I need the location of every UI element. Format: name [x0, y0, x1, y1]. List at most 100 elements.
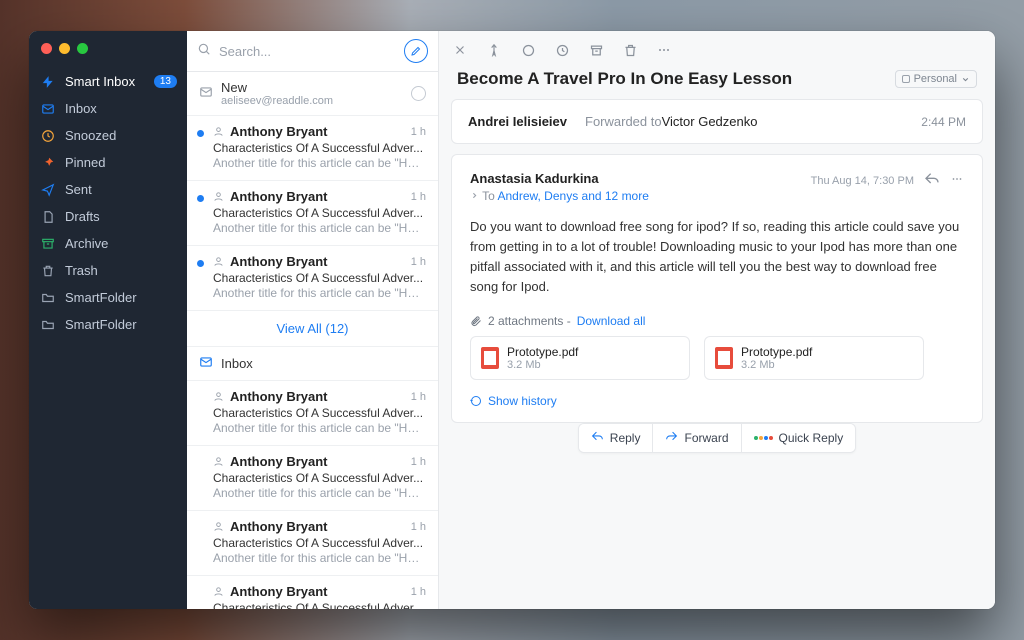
forward-button[interactable]: Forward	[653, 424, 741, 452]
sidebar-item-drafts[interactable]: Drafts	[29, 203, 187, 230]
sidebar-item-label: Archive	[65, 236, 108, 251]
sidebar-item-smartfolder-2[interactable]: SmartFolder	[29, 311, 187, 338]
message-item[interactable]: Anthony Bryant1 hCharacteristics Of A Su…	[187, 246, 438, 311]
message-recipients[interactable]: To Andrew, Denys and 12 more	[470, 189, 649, 203]
person-icon	[213, 586, 224, 597]
message-subject: Characteristics Of A Successful Adver...	[213, 141, 426, 155]
message-body: Do you want to download free song for ip…	[470, 217, 964, 298]
message-title-row: Become A Travel Pro In One Easy Lesson P…	[439, 69, 995, 99]
sidebar-item-smartfolder-1[interactable]: SmartFolder	[29, 284, 187, 311]
message-item[interactable]: Anthony Bryant1 hCharacteristics Of A Su…	[187, 381, 438, 446]
person-icon	[213, 456, 224, 467]
mark-done-icon[interactable]	[411, 86, 426, 101]
sidebar: Smart Inbox 13 Inbox Snoozed Pinned Sent…	[29, 31, 187, 609]
show-history-button[interactable]: Show history	[470, 394, 964, 408]
sidebar-item-label: SmartFolder	[65, 317, 137, 332]
message-item[interactable]: Anthony Bryant1 hCharacteristics Of A Su…	[187, 576, 438, 609]
close-icon[interactable]	[451, 41, 469, 59]
search-bar	[187, 31, 438, 72]
sidebar-item-sent[interactable]: Sent	[29, 176, 187, 203]
sidebar-item-label: Sent	[65, 182, 92, 197]
person-icon	[213, 256, 224, 267]
recipients-link[interactable]: Andrew, Denys and 12 more	[497, 189, 648, 203]
smart-folder-icon	[41, 291, 55, 305]
view-all-button[interactable]: View All (12)	[187, 311, 438, 347]
more-icon[interactable]	[950, 172, 964, 189]
message-from: Anthony Bryant	[230, 584, 328, 599]
bolt-icon	[41, 75, 55, 89]
folder-icon	[41, 318, 55, 332]
message-from: Anthony Bryant	[230, 454, 328, 469]
sidebar-item-trash[interactable]: Trash	[29, 257, 187, 284]
app-window: Smart Inbox 13 Inbox Snoozed Pinned Sent…	[29, 31, 995, 609]
inbox-icon	[41, 102, 55, 116]
clock-icon	[41, 129, 55, 143]
archive-icon[interactable]	[587, 41, 605, 59]
sidebar-item-smart-inbox[interactable]: Smart Inbox 13	[29, 68, 187, 95]
message-preview: Another title for this article can be "H…	[213, 156, 426, 170]
search-input[interactable]	[219, 44, 396, 59]
maximize-window-button[interactable]	[77, 43, 88, 54]
sidebar-item-snoozed[interactable]: Snoozed	[29, 122, 187, 149]
attachments-summary: 2 attachments - Download all	[470, 314, 964, 328]
message-time: 1 h	[411, 256, 426, 268]
mark-read-icon[interactable]	[519, 41, 537, 59]
message-item[interactable]: Anthony Bryant1 hCharacteristics Of A Su…	[187, 446, 438, 511]
message-preview: Another title for this article can be "H…	[213, 286, 426, 300]
category-tag[interactable]: Personal	[895, 70, 977, 88]
message-preview: Another title for this article can be "H…	[213, 421, 426, 435]
more-icon[interactable]	[655, 41, 673, 59]
message-from: Anthony Bryant	[230, 124, 328, 139]
message-date: Thu Aug 14, 7:30 PM	[811, 175, 914, 187]
pdf-icon	[715, 347, 733, 369]
message-subject: Characteristics Of A Successful Adver...	[213, 406, 426, 420]
reply-icon[interactable]	[924, 171, 940, 190]
download-all-link[interactable]: Download all	[577, 314, 646, 328]
message-subject: Characteristics Of A Successful Adver...	[213, 206, 426, 220]
sidebar-item-archive[interactable]: Archive	[29, 230, 187, 257]
compose-button[interactable]	[404, 39, 428, 63]
section-subtitle: aeliseev@readdle.com	[221, 95, 333, 107]
message-subject: Characteristics Of A Successful Adver...	[213, 471, 426, 485]
sidebar-item-inbox[interactable]: Inbox	[29, 95, 187, 122]
section-header-inbox[interactable]: Inbox	[187, 347, 438, 381]
sidebar-item-label: Trash	[65, 263, 98, 278]
message-time: 1 h	[411, 126, 426, 138]
unread-badge: 13	[154, 75, 177, 88]
sidebar-item-label: SmartFolder	[65, 290, 137, 305]
minimize-window-button[interactable]	[59, 43, 70, 54]
message-preview: Another title for this article can be "H…	[213, 486, 426, 500]
forward-recipient: Victor Gedzenko	[662, 114, 758, 129]
sidebar-item-label: Snoozed	[65, 128, 116, 143]
message-subject: Characteristics Of A Successful Adver...	[213, 271, 426, 285]
forwarded-summary[interactable]: Andrei Ielisieiev Forwarded to Victor Ge…	[451, 99, 983, 144]
attachment-name: Prototype.pdf	[507, 345, 578, 359]
close-window-button[interactable]	[41, 43, 52, 54]
history-icon	[470, 395, 482, 407]
quick-reply-button[interactable]: Quick Reply	[742, 424, 856, 452]
attachment-size: 3.2 Mb	[741, 359, 812, 371]
sidebar-item-label: Inbox	[65, 101, 97, 116]
chevron-down-icon	[961, 75, 970, 84]
section-header-new[interactable]: New aeliseev@readdle.com	[187, 72, 438, 116]
attachment-item[interactable]: Prototype.pdf3.2 Mb	[470, 336, 690, 380]
search-icon	[197, 42, 211, 61]
attachment-name: Prototype.pdf	[741, 345, 812, 359]
message-from: Anthony Bryant	[230, 189, 328, 204]
attachment-item[interactable]: Prototype.pdf3.2 Mb	[704, 336, 924, 380]
message-item[interactable]: Anthony Bryant1 hCharacteristics Of A Su…	[187, 181, 438, 246]
sidebar-item-label: Smart Inbox	[65, 74, 135, 89]
reply-button[interactable]: Reply	[579, 424, 654, 452]
pdf-icon	[481, 347, 499, 369]
pin-icon[interactable]	[485, 41, 503, 59]
delete-icon[interactable]	[621, 41, 639, 59]
archive-icon	[41, 237, 55, 251]
message-item[interactable]: Anthony Bryant 1 h Characteristics Of A Su…	[187, 116, 438, 181]
snooze-icon[interactable]	[553, 41, 571, 59]
inbox-icon	[199, 355, 213, 372]
message-subject: Characteristics Of A Successful Adver...	[213, 536, 426, 550]
person-icon	[213, 191, 224, 202]
sidebar-item-pinned[interactable]: Pinned	[29, 149, 187, 176]
attachments: Prototype.pdf3.2 Mb Prototype.pdf3.2 Mb	[470, 336, 964, 380]
message-item[interactable]: Anthony Bryant1 hCharacteristics Of A Su…	[187, 511, 438, 576]
